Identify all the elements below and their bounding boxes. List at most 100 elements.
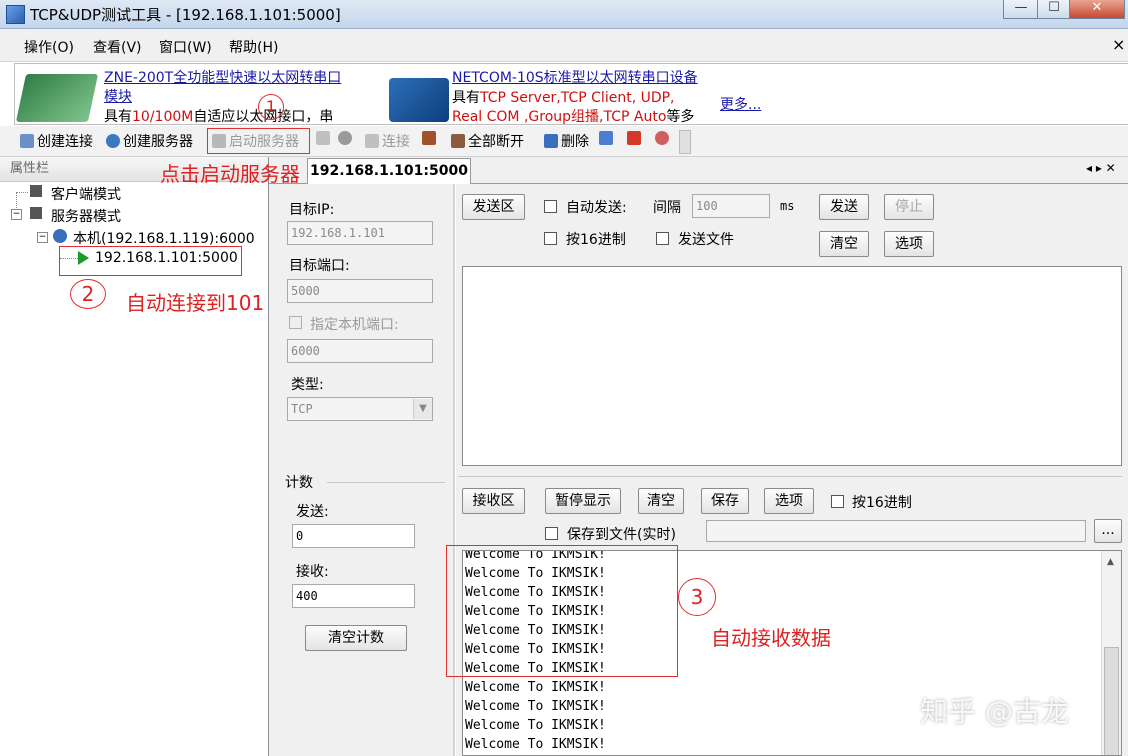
send-file-checkbox[interactable] — [656, 232, 669, 245]
stop-server-glyph — [316, 131, 330, 145]
minimize-button[interactable]: — — [1003, 0, 1039, 19]
disconnect-all-label: 全部断开 — [468, 134, 524, 150]
interval-field[interactable]: 100 — [692, 194, 770, 218]
local-port-field[interactable]: 6000 — [287, 339, 433, 363]
recv-scrollbar[interactable]: ▲ — [1101, 551, 1121, 755]
ad1-title-link[interactable]: ZNE-200T全功能型快速以太网转串口 — [104, 67, 341, 87]
recv-options-button[interactable]: 选项 — [764, 488, 814, 514]
stop-button[interactable]: 停止 — [884, 194, 934, 220]
connect-button[interactable]: 连接 — [365, 131, 410, 151]
create-connection-button[interactable]: 创建连接 — [20, 131, 93, 151]
connect-label: 连接 — [382, 134, 410, 150]
tab-connection[interactable]: 192.168.1.101:5000 — [307, 158, 471, 184]
target-port-field[interactable]: 5000 — [287, 279, 433, 303]
send-options-button[interactable]: 选项 — [884, 231, 934, 257]
delete-icon — [544, 134, 558, 148]
auto-send-checkbox[interactable] — [544, 200, 557, 213]
recv-hex-checkbox[interactable] — [831, 495, 844, 508]
send-button[interactable]: 发送 — [819, 194, 869, 220]
recv-count-field[interactable]: 400 — [292, 584, 415, 608]
scroll-up-icon[interactable]: ▲ — [1107, 557, 1114, 567]
send-count-field[interactable]: 0 — [292, 524, 415, 548]
pause-display-button[interactable]: 暂停显示 — [545, 488, 621, 514]
tab-strip: 192.168.1.101:5000 ◂ ▸ ✕ — [269, 157, 1128, 184]
tree-collapse-toggle-local[interactable]: − — [37, 232, 48, 243]
type-select[interactable]: TCP — [287, 397, 433, 421]
watermark: 知乎 @古龙 — [920, 695, 1069, 728]
annotation-box-2 — [59, 246, 242, 276]
toolbar-overflow[interactable] — [679, 130, 691, 154]
create-connection-icon — [20, 134, 34, 148]
record-glyph — [627, 131, 641, 145]
tree-client-mode[interactable]: 客户端模式 — [51, 184, 121, 204]
menu-window[interactable]: 窗口(W) — [159, 37, 212, 57]
menu-operate[interactable]: 操作(O) — [24, 37, 74, 57]
create-server-icon — [106, 134, 120, 148]
annotation-box-1 — [207, 128, 310, 154]
clear-count-button[interactable]: 清空计数 — [305, 625, 407, 651]
annotation-step-3: 3 — [678, 578, 716, 616]
delete-button[interactable]: 删除 — [544, 131, 589, 151]
auto-send-label: 自动发送: — [566, 200, 627, 216]
counter-title: 计数 — [285, 475, 313, 491]
tab-nav-controls[interactable]: ◂ ▸ ✕ — [1086, 161, 1116, 175]
disconnect-all-button[interactable]: 全部断开 — [451, 131, 524, 151]
ad-banner: ZNE-200T全功能型快速以太网转串口 模块 具有10/100M自适应以太网接… — [14, 63, 1128, 125]
local-port-checkbox[interactable] — [289, 316, 302, 329]
delete-label: 删除 — [561, 134, 589, 150]
ad2-text-red-2: Real COM ,Group组播,TCP Auto — [452, 109, 667, 125]
save-file-checkbox[interactable] — [545, 527, 558, 540]
help-icon[interactable] — [655, 131, 672, 147]
ad2-text-a: 具有 — [452, 90, 480, 106]
send-count-label: 发送: — [296, 504, 329, 520]
local-server-icon — [53, 229, 67, 243]
recv-area-label: 接收区 — [462, 488, 525, 514]
stop-icon[interactable] — [338, 131, 355, 147]
recv-save-button[interactable]: 保存 — [701, 488, 749, 514]
save-path-field[interactable] — [706, 520, 1086, 542]
mdi-close-button[interactable]: × — [1112, 35, 1125, 54]
tree-collapse-toggle[interactable]: − — [11, 209, 22, 220]
menu-help[interactable]: 帮助(H) — [229, 37, 278, 57]
local-port-label: 指定本机端口: — [310, 317, 399, 333]
record-icon[interactable] — [627, 131, 644, 147]
stop-server-icon[interactable] — [316, 131, 333, 147]
create-server-label: 创建服务器 — [123, 134, 193, 150]
settings-glyph — [599, 131, 613, 145]
ad2-description: 具有TCP Server,TCP Client, UDP, — [452, 87, 675, 107]
tree-server-mode[interactable]: 服务器模式 — [51, 206, 121, 226]
send-hex-checkbox[interactable] — [544, 232, 557, 245]
close-button[interactable]: ✕ — [1069, 0, 1125, 19]
ad1-title-link-2[interactable]: 模块 — [104, 86, 132, 106]
ad-product-image-1 — [15, 74, 99, 122]
tree-local-server[interactable]: 本机(192.168.1.119):6000 — [73, 228, 255, 248]
scroll-thumb[interactable] — [1104, 647, 1119, 755]
send-clear-button[interactable]: 清空 — [819, 231, 869, 257]
send-hex-label: 按16进制 — [566, 232, 626, 248]
chevron-down-icon[interactable]: ▼ — [413, 399, 432, 419]
create-connection-label: 创建连接 — [37, 134, 93, 150]
type-select-value: TCP — [291, 402, 313, 416]
maximize-button[interactable]: ☐ — [1037, 0, 1071, 19]
ad2-text-b: 等多 — [666, 109, 695, 125]
target-ip-field[interactable]: 192.168.1.101 — [287, 221, 433, 245]
panel-header-label: 属性栏 — [10, 161, 50, 176]
ad2-title-link[interactable]: NETCOM-10S标准型以太网转串口设备 — [452, 67, 698, 87]
ad1-text-a: 具有 — [104, 109, 132, 125]
ad-more-link[interactable]: 更多... — [720, 94, 761, 114]
window-title: TCP&UDP测试工具 - [192.168.1.101:5000] — [30, 6, 341, 24]
client-mode-icon — [30, 185, 42, 197]
create-server-button[interactable]: 创建服务器 — [106, 131, 193, 151]
server-mode-icon — [30, 207, 42, 219]
help-glyph — [655, 131, 669, 145]
disconnect-icon[interactable] — [422, 131, 439, 147]
menu-view[interactable]: 查看(V) — [93, 37, 142, 57]
send-textarea[interactable] — [462, 266, 1122, 466]
browse-button[interactable]: ... — [1094, 519, 1122, 543]
ms-label: ms — [780, 199, 795, 213]
annotation-step-1: 1 — [258, 94, 284, 120]
recv-clear-button[interactable]: 清空 — [638, 488, 684, 514]
annotation-box-3 — [446, 545, 678, 677]
disconnect-all-icon — [451, 134, 465, 148]
settings-icon[interactable] — [599, 131, 616, 147]
